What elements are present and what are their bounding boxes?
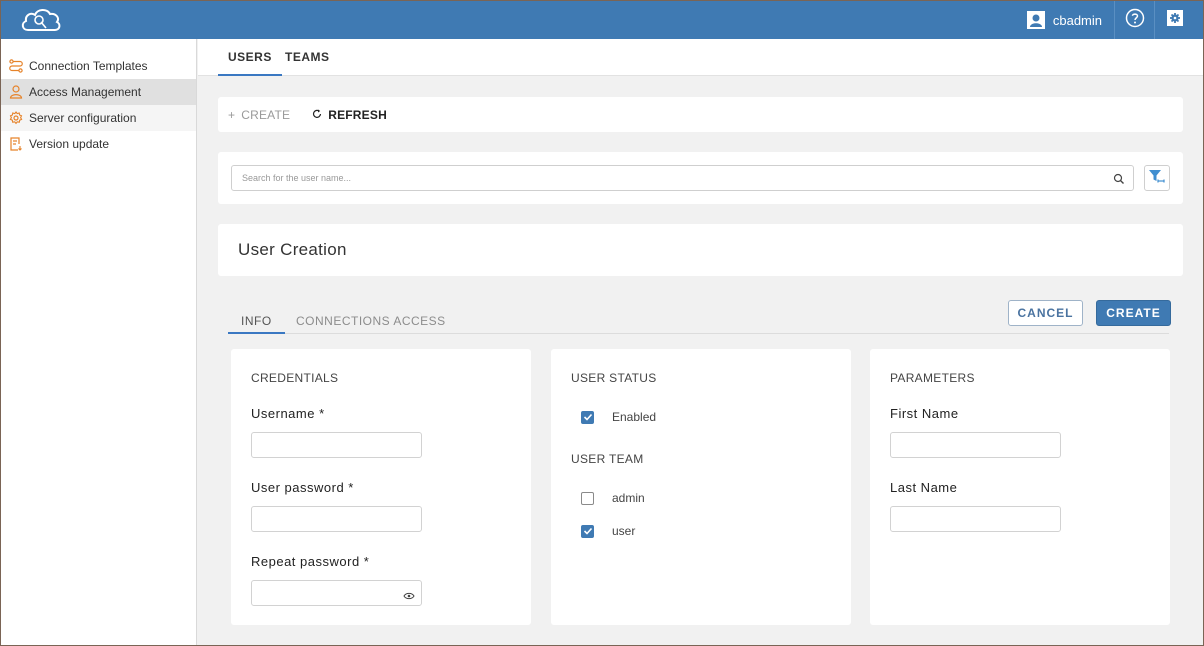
- top-bar: cbadmin: [1, 1, 1203, 39]
- refresh-label: REFRESH: [328, 107, 387, 122]
- search-field: [231, 165, 1134, 191]
- username-input[interactable]: [252, 433, 421, 457]
- users-toolbar: + CREATE REFRESH: [218, 97, 1183, 132]
- page-title: User Creation: [238, 240, 347, 259]
- sidebar-item-access-management[interactable]: Access Management: [1, 79, 196, 105]
- search-icon[interactable]: [1113, 172, 1125, 190]
- user-status-title: USER STATUS: [571, 371, 657, 385]
- refresh-icon: [312, 108, 322, 122]
- password-input[interactable]: [252, 507, 421, 531]
- tab-teams[interactable]: TEAMS: [275, 39, 340, 76]
- parameters-title: PARAMETERS: [890, 371, 975, 385]
- last-name-field: [890, 506, 1061, 532]
- repeat-password-field: [251, 580, 422, 606]
- tab-info[interactable]: INFO: [228, 310, 285, 334]
- filter-button[interactable]: [1144, 165, 1170, 191]
- plus-icon: +: [228, 107, 236, 122]
- last-name-label: Last Name: [890, 480, 958, 495]
- credentials-panel: CREDENTIALS Username * User password * R…: [231, 349, 531, 625]
- username-field: [251, 432, 422, 458]
- connection-templates-icon: [9, 59, 23, 73]
- search-card: [218, 152, 1183, 204]
- sidebar-item-label: Version update: [29, 137, 110, 151]
- main-content: USERS TEAMS + CREATE REFRESH Search for …: [198, 39, 1203, 645]
- sidebar-item-label: Server configuration: [29, 111, 137, 125]
- refresh-button[interactable]: REFRESH: [312, 108, 387, 122]
- first-name-input[interactable]: [891, 433, 1060, 457]
- app-window: cbadmin Connection Templates Access Mana…: [1, 1, 1203, 645]
- password-field: [251, 506, 422, 532]
- create-button[interactable]: CREATE: [1096, 300, 1171, 326]
- first-name-field: [890, 432, 1061, 458]
- cancel-button[interactable]: CANCEL: [1008, 300, 1083, 326]
- filter-icon: [1148, 168, 1166, 189]
- checkbox-checked-icon: [581, 524, 594, 538]
- user-status-panel: USER STATUS Enabled USER TEAM admin user: [551, 349, 851, 625]
- user-icon: [9, 85, 23, 99]
- tab-connections-access[interactable]: CONNECTIONS ACCESS: [282, 310, 460, 334]
- parameters-panel: PARAMETERS First Name Last Name: [870, 349, 1170, 625]
- checkbox-unchecked-icon: [581, 491, 594, 505]
- tab-users[interactable]: USERS: [218, 39, 282, 76]
- create-user-button[interactable]: + CREATE: [228, 108, 290, 122]
- create-label: CREATE: [241, 107, 291, 122]
- password-label: User password *: [251, 480, 354, 495]
- team-admin-label: admin: [612, 491, 645, 505]
- repeat-password-input[interactable]: [252, 581, 421, 605]
- username-label: Username *: [251, 406, 325, 421]
- username-label: cbadmin: [1052, 12, 1102, 28]
- sidebar-item-label: Access Management: [29, 85, 142, 99]
- version-update-icon: [9, 137, 23, 151]
- repeat-password-label: Repeat password *: [251, 554, 370, 569]
- search-input[interactable]: [232, 166, 1092, 190]
- credentials-title: CREDENTIALS: [251, 371, 339, 385]
- sidebar-item-connection-templates[interactable]: Connection Templates: [1, 53, 196, 79]
- cloud-logo-icon[interactable]: [19, 6, 63, 34]
- team-user-checkbox[interactable]: user: [581, 524, 635, 538]
- last-name-input[interactable]: [891, 507, 1060, 531]
- main-tabs: USERS TEAMS: [198, 39, 1203, 76]
- first-name-label: First Name: [890, 406, 959, 421]
- help-button[interactable]: [1115, 1, 1155, 39]
- settings-icon: [1166, 9, 1184, 32]
- sidebar-item-version-update[interactable]: Version update: [1, 131, 196, 157]
- user-menu[interactable]: cbadmin: [1026, 1, 1115, 39]
- settings-button[interactable]: [1155, 1, 1195, 39]
- gear-icon: [9, 111, 23, 125]
- show-password-icon[interactable]: [403, 588, 415, 606]
- sidebar-item-server-configuration[interactable]: Server configuration: [1, 105, 196, 131]
- title-card: User Creation: [218, 224, 1183, 276]
- checkbox-checked-icon: [581, 410, 594, 424]
- user-team-title: USER TEAM: [571, 452, 644, 466]
- sidebar: Connection Templates Access Management S…: [1, 39, 197, 645]
- sidebar-item-label: Connection Templates: [29, 59, 148, 73]
- user-avatar-icon: [1026, 10, 1046, 30]
- team-user-label: user: [612, 524, 636, 538]
- team-admin-checkbox[interactable]: admin: [581, 491, 645, 505]
- enabled-label: Enabled: [612, 410, 657, 424]
- help-icon: [1125, 8, 1145, 33]
- enabled-checkbox[interactable]: Enabled: [581, 410, 656, 424]
